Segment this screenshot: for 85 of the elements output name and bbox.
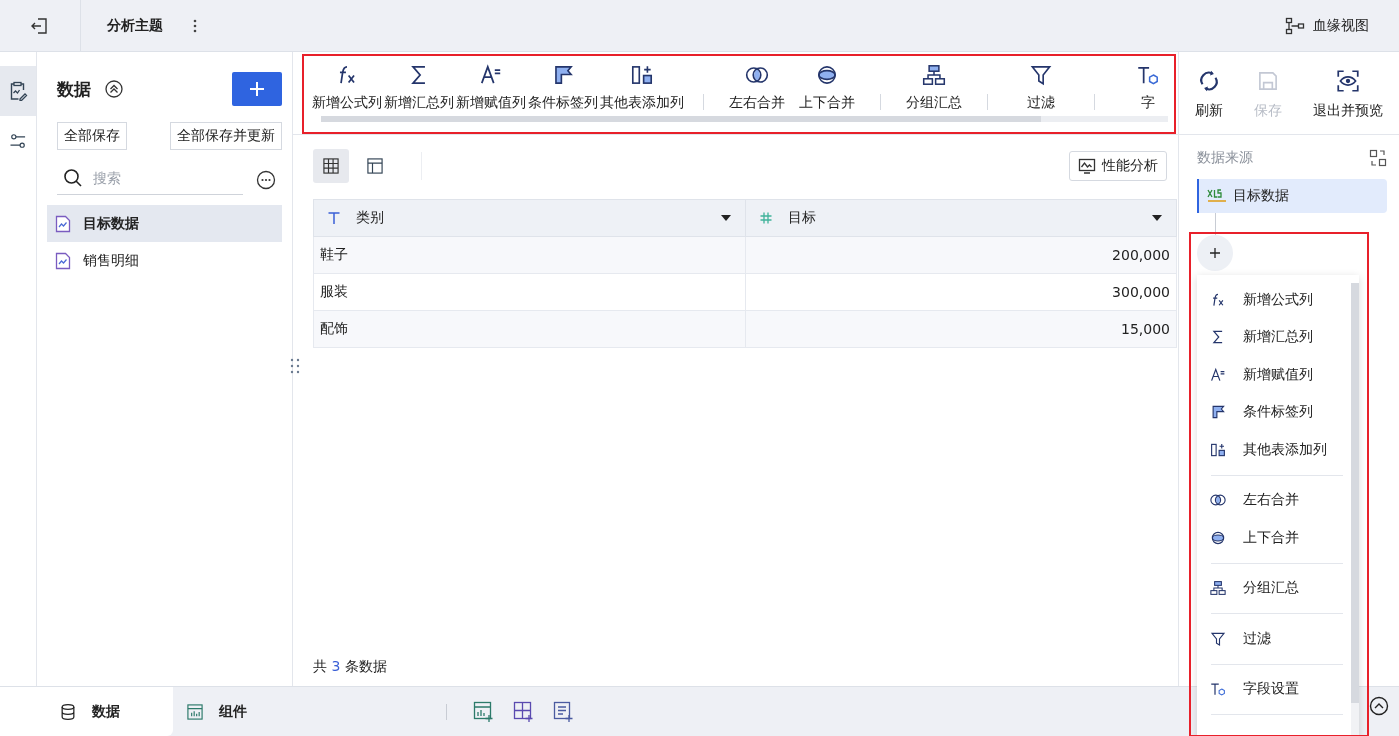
- menu-item[interactable]: 新增公式列: [1197, 281, 1343, 319]
- plus-icon: [250, 82, 264, 96]
- refresh-button[interactable]: 刷新: [1194, 68, 1223, 120]
- search-field[interactable]: 搜索: [91, 169, 225, 187]
- scrollbar[interactable]: [1351, 283, 1359, 736]
- topic-title: 分析主题: [107, 16, 163, 35]
- column-header[interactable]: 目标: [745, 199, 1177, 237]
- menu-item[interactable]: 左右合并: [1197, 481, 1343, 519]
- dataset-item[interactable]: 销售明细: [47, 242, 282, 279]
- toolbar-button[interactable]: 条件标签列: [527, 62, 599, 112]
- swap-icon[interactable]: [1369, 149, 1387, 167]
- caret-icon[interactable]: [1152, 215, 1162, 221]
- toolbar-button[interactable]: 过滤: [1006, 62, 1076, 112]
- table-cell: 配饰: [313, 310, 745, 348]
- add-step-button[interactable]: [1197, 235, 1233, 271]
- field-settings-icon: [1209, 680, 1227, 699]
- sidebar-tab[interactable]: [0, 66, 36, 116]
- table-cell: 15,000: [745, 310, 1177, 348]
- menu-item[interactable]: 分组汇总: [1197, 569, 1343, 607]
- toolbar-button[interactable]: 字: [1113, 62, 1178, 112]
- view-toggle[interactable]: [313, 149, 349, 183]
- menu-item[interactable]: 其他表添加列: [1197, 431, 1343, 469]
- add-chart-button[interactable]: [473, 700, 495, 723]
- sliders-icon: [8, 131, 28, 151]
- chart-icon: [185, 701, 205, 722]
- performance-button[interactable]: 性能分析: [1069, 151, 1167, 181]
- hierarchy-icon: [921, 62, 947, 88]
- menu-item[interactable]: 过滤: [1197, 620, 1343, 658]
- menu-item[interactable]: 字段设置: [1197, 670, 1343, 708]
- number-type-icon: [759, 212, 772, 224]
- chart-file-icon: [55, 214, 71, 233]
- dataset-item[interactable]: 目标数据: [47, 205, 282, 242]
- save-all-button[interactable]: 全部保存并更新: [170, 122, 282, 150]
- collapse-icon[interactable]: [105, 80, 123, 98]
- table-cell: 200,000: [745, 236, 1177, 274]
- row-count: 共 3 条数据: [313, 658, 388, 676]
- add-report-button[interactable]: [553, 700, 575, 723]
- toolbar-button[interactable]: 其他表添加列: [599, 62, 685, 112]
- bottom-tab[interactable]: 组件: [173, 687, 346, 736]
- lineage-view-button[interactable]: 血缘视图: [1279, 15, 1375, 36]
- toolbar-button[interactable]: 分组汇总: [899, 62, 969, 112]
- eye-icon: [1335, 68, 1362, 94]
- more-options-icon[interactable]: [256, 169, 276, 190]
- add-button[interactable]: [232, 72, 282, 106]
- text-type-icon: [328, 212, 340, 224]
- plus-icon: [1210, 248, 1220, 258]
- menu-item[interactable]: 上下合并: [1197, 519, 1343, 557]
- exit-icon[interactable]: [30, 15, 50, 36]
- document-plus-icon: [553, 700, 575, 723]
- column-header[interactable]: 类别: [313, 199, 745, 237]
- save-all-button[interactable]: 全部保存: [57, 122, 127, 150]
- panel-title: 数据: [57, 77, 91, 101]
- caret-icon[interactable]: [720, 215, 731, 221]
- expand-icon[interactable]: [1369, 696, 1389, 716]
- lineage-icon: [1285, 16, 1305, 35]
- table-grid-icon: [321, 156, 341, 176]
- assign-icon: [1209, 365, 1227, 384]
- chart-file-icon: [55, 251, 71, 270]
- menu-item[interactable]: 新增赋值列: [1197, 356, 1343, 394]
- preview-button[interactable]: 退出并预览: [1313, 68, 1384, 120]
- table-cell: 鞋子: [313, 236, 745, 274]
- scrollbar[interactable]: [321, 116, 1168, 122]
- layout-icon: [365, 156, 385, 176]
- toolbar-button[interactable]: 新增汇总列: [383, 62, 455, 112]
- add-table-button[interactable]: [513, 700, 535, 723]
- more-icon[interactable]: [193, 18, 197, 33]
- source-node[interactable]: 目标数据: [1197, 179, 1387, 213]
- toolbar-button[interactable]: 上下合并: [792, 62, 862, 112]
- hierarchy-icon: [1209, 579, 1227, 598]
- monitor-chart-icon: [1078, 158, 1096, 174]
- toolbar-button[interactable]: 新增公式列: [311, 62, 383, 112]
- bottom-tab[interactable]: 数据: [0, 687, 173, 736]
- table-cell: 服装: [313, 273, 745, 311]
- drag-handle-icon[interactable]: [290, 358, 300, 374]
- chart-plus-icon: [473, 700, 495, 723]
- menu-item[interactable]: 条件标签列: [1197, 393, 1343, 431]
- toolbar-button[interactable]: 新增赋值列: [455, 62, 527, 112]
- table-cell: 300,000: [745, 273, 1177, 311]
- grid-plus-icon: [513, 700, 535, 723]
- section-title: 数据来源: [1197, 149, 1253, 167]
- search-icon: [63, 168, 83, 188]
- clipboard-edit-icon: [8, 81, 28, 101]
- toolbar-button[interactable]: 左右合并: [722, 62, 792, 112]
- menu-item[interactable]: 新增汇总列: [1197, 318, 1343, 356]
- spreadsheet-icon: [1207, 188, 1227, 204]
